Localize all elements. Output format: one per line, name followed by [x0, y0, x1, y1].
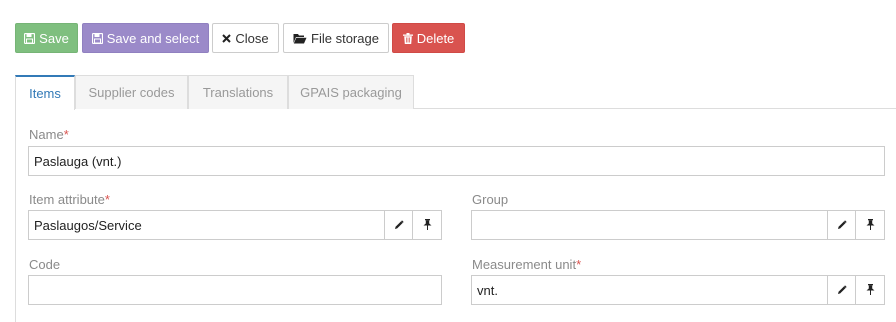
required-mark: *	[63, 127, 69, 142]
save-and-select-button[interactable]: Save and select	[82, 23, 209, 53]
pushpin-icon	[423, 218, 432, 233]
measurement-unit-value: vnt.	[477, 282, 498, 298]
item-attribute-edit-button[interactable]	[384, 210, 413, 240]
pencil-icon	[394, 218, 404, 233]
code-field[interactable]	[28, 275, 442, 305]
name-value: Paslauga (vnt.)	[34, 153, 122, 169]
tab-items[interactable]: Items	[15, 75, 75, 110]
pencil-icon	[837, 218, 847, 233]
measurement-unit-label: Measurement unit*	[472, 257, 581, 272]
group-label-text: Group	[472, 192, 509, 207]
group-pin-button[interactable]	[856, 210, 885, 240]
name-label-text: Name	[29, 127, 64, 142]
file-storage-button[interactable]: File storage	[283, 23, 389, 53]
group-input-group	[471, 210, 885, 240]
measurement-unit-pin-button[interactable]	[856, 275, 885, 305]
name-label: Name*	[29, 127, 69, 142]
measurement-unit-edit-button[interactable]	[827, 275, 856, 305]
floppy-disk-icon	[24, 32, 36, 44]
name-field[interactable]: Paslauga (vnt.)	[28, 146, 885, 176]
code-label: Code	[29, 257, 60, 272]
delete-label: Delete	[416, 30, 455, 46]
trash-icon	[402, 32, 413, 44]
tab-translations[interactable]: Translations	[188, 75, 288, 109]
delete-button[interactable]: Delete	[392, 23, 465, 53]
group-field[interactable]	[471, 210, 827, 240]
tab-supplier-codes[interactable]: Supplier codes	[75, 75, 188, 109]
pushpin-icon	[866, 283, 875, 298]
pushpin-icon	[866, 218, 875, 233]
times-icon	[222, 33, 232, 43]
required-mark: *	[104, 192, 110, 207]
item-attribute-label: Item attribute*	[29, 192, 110, 207]
required-mark: *	[576, 257, 582, 272]
close-label: Close	[235, 30, 269, 46]
group-label: Group	[472, 192, 508, 207]
item-attribute-value: Paslaugos/Service	[34, 217, 142, 233]
item-attribute-label-text: Item attribute	[29, 192, 105, 207]
save-and-select-label: Save and select	[106, 30, 200, 46]
file-storage-label: File storage	[311, 30, 379, 46]
panel-border	[15, 109, 16, 322]
item-attribute-pin-button[interactable]	[413, 210, 442, 240]
group-edit-button[interactable]	[827, 210, 856, 240]
measurement-unit-label-text: Measurement unit	[472, 257, 577, 272]
save-label: Save	[39, 30, 69, 46]
tab-gpais-packaging[interactable]: GPAIS packaging	[288, 75, 414, 109]
pencil-icon	[837, 283, 847, 298]
measurement-unit-input-group: vnt.	[471, 275, 885, 305]
floppy-disk-icon	[91, 32, 103, 44]
item-attribute-field[interactable]: Paslaugos/Service	[28, 210, 384, 240]
item-attribute-input-group: Paslaugos/Service	[28, 210, 442, 240]
close-button[interactable]: Close	[212, 23, 279, 53]
folder-open-icon	[293, 33, 307, 44]
measurement-unit-field[interactable]: vnt.	[471, 275, 827, 305]
code-label-text: Code	[29, 257, 61, 272]
save-button[interactable]: Save	[15, 23, 78, 53]
